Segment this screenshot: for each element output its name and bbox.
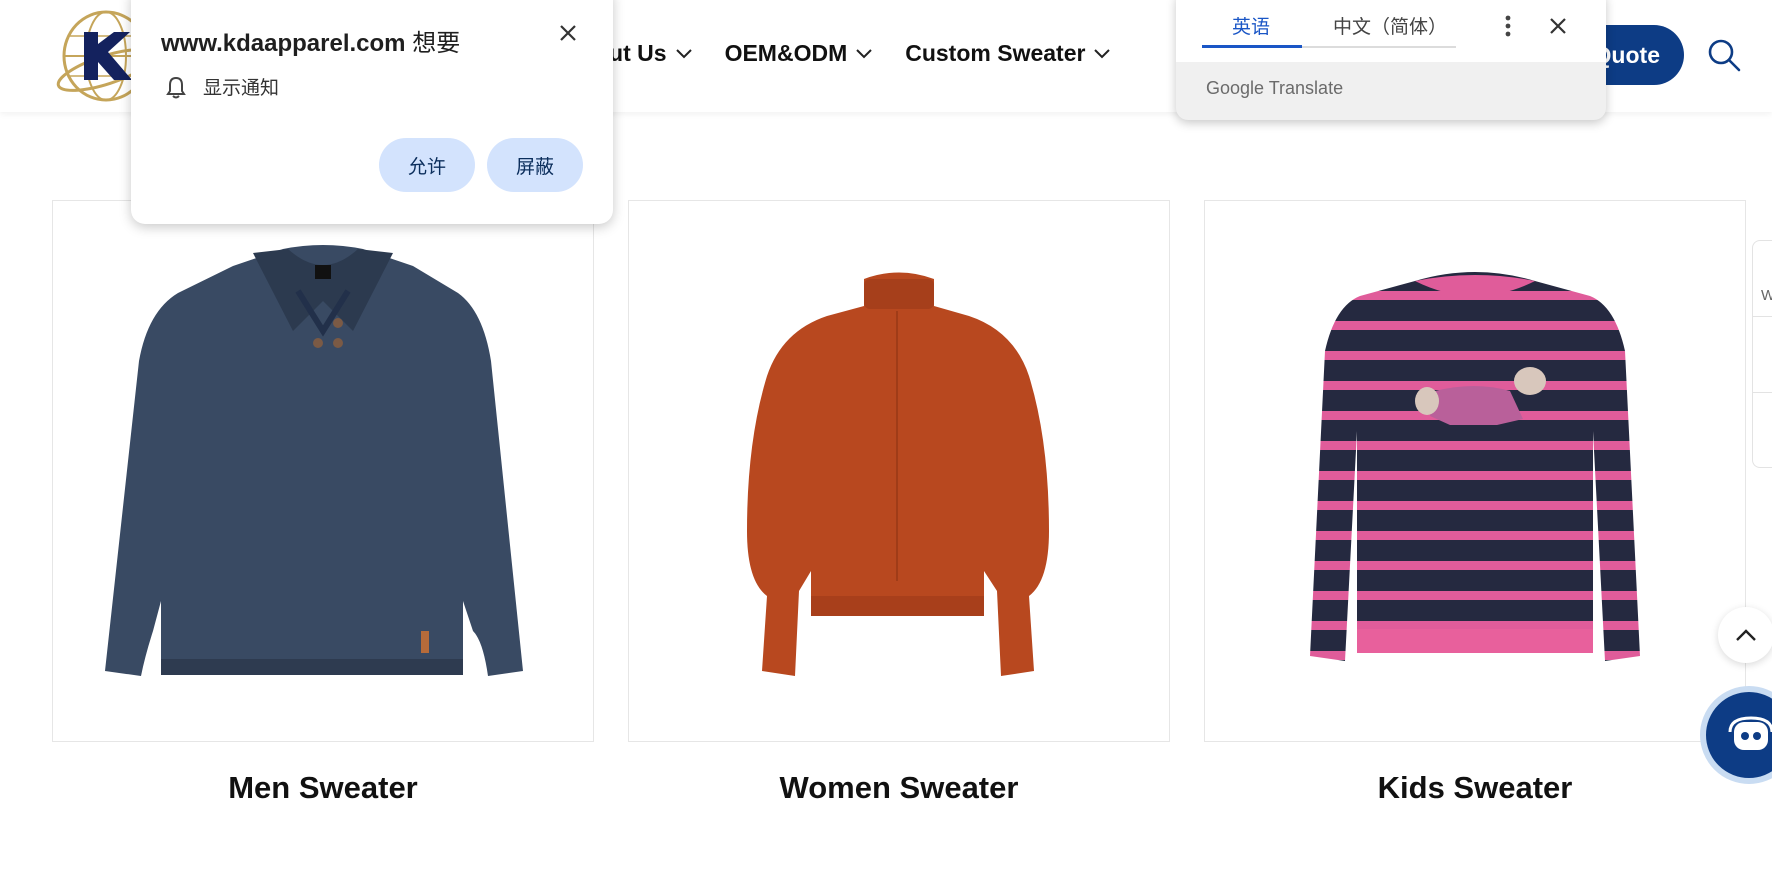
tab-source-language[interactable]: 英语 xyxy=(1232,12,1270,39)
nav-item-label: OEM&ODM xyxy=(724,40,848,66)
product-title-men[interactable]: Men Sweater xyxy=(52,770,594,806)
close-icon[interactable] xyxy=(555,20,581,46)
main-nav: out Us OEM&ODM Custom Sweater xyxy=(595,40,1111,67)
block-button[interactable]: 屏蔽 xyxy=(487,138,583,192)
product-card-men[interactable] xyxy=(52,200,594,742)
chevron-down-icon xyxy=(856,48,872,58)
men-sweater-image xyxy=(105,245,523,676)
product-title-kids[interactable]: Kids Sweater xyxy=(1204,770,1746,806)
product-title-women[interactable]: Women Sweater xyxy=(628,770,1170,806)
more-vert-icon[interactable] xyxy=(1503,14,1513,38)
chevron-down-icon xyxy=(1094,48,1111,58)
nav-item-label: Custom Sweater xyxy=(905,40,1086,66)
nav-item-oem-odm[interactable]: OEM&ODM xyxy=(725,40,874,67)
popup-wants: 想要 xyxy=(412,30,461,57)
chevron-down-icon xyxy=(675,48,692,58)
notification-permission-popup: www.kdaapparel.com 想要 显示通知 允许 屏蔽 xyxy=(131,0,613,224)
chatbot-icon xyxy=(1728,716,1772,750)
chevron-up-icon xyxy=(1736,629,1756,641)
translate-brand: Google Translate xyxy=(1206,78,1344,98)
side-tab-item[interactable] xyxy=(1753,393,1772,469)
nav-item-custom-sweater[interactable]: Custom Sweater xyxy=(905,40,1111,67)
scroll-to-top-button[interactable] xyxy=(1718,607,1772,663)
translate-tab-bar: 英语 中文（简体） xyxy=(1176,0,1606,62)
kids-sweater-image xyxy=(1310,272,1640,661)
search-icon[interactable] xyxy=(1707,38,1741,72)
women-sweater-image xyxy=(747,272,1049,676)
permission-label: 显示通知 xyxy=(203,78,280,99)
google-translate-popup: 英语 中文（简体） Google Translate xyxy=(1176,0,1606,120)
bell-icon xyxy=(166,76,186,98)
active-tab-indicator xyxy=(1202,45,1302,48)
popup-site: www.kdaapparel.com xyxy=(161,30,406,57)
side-tab-item[interactable] xyxy=(1753,317,1772,393)
popup-title: www.kdaapparel.com 想要 xyxy=(161,23,460,58)
product-card-kids[interactable] xyxy=(1204,200,1746,742)
product-card-women[interactable] xyxy=(628,200,1170,742)
permission-row: 显示通知 xyxy=(165,73,279,100)
side-contact-tab[interactable]: W xyxy=(1752,240,1772,468)
close-icon[interactable] xyxy=(1548,16,1568,36)
tab-target-language[interactable]: 中文（简体） xyxy=(1333,12,1447,39)
allow-button[interactable]: 允许 xyxy=(379,138,475,192)
side-tab-item[interactable]: W xyxy=(1753,241,1772,317)
